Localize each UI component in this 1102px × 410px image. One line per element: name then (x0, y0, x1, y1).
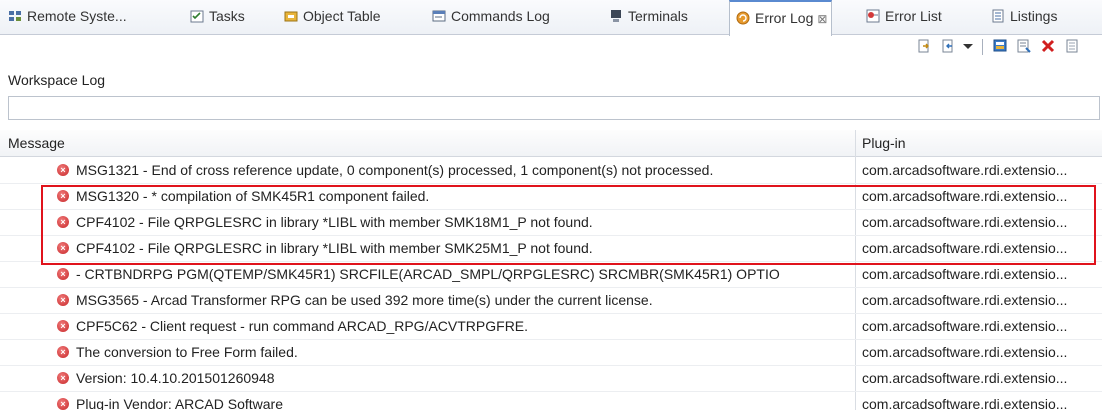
tab-tasks[interactable]: Tasks (190, 0, 245, 34)
open-log-icon[interactable] (992, 38, 1008, 54)
error-icon: × (57, 320, 69, 332)
view-menu-chevron-icon[interactable] (960, 38, 976, 54)
close-tab-icon[interactable]: ⊠ (817, 12, 827, 26)
table-row[interactable]: × - CRTBNDRPG PGM(QTEMP/SMK45R1) SRCFILE… (0, 261, 1102, 288)
terminals-icon (609, 2, 623, 22)
row-message: CPF4102 - File QRPGLESRC in library *LIB… (76, 240, 593, 256)
tab-label: Object Table (303, 8, 381, 24)
tab-listings[interactable]: Listings (991, 0, 1057, 34)
tab-label: Terminals (628, 8, 688, 24)
filter-input[interactable] (8, 96, 1100, 120)
row-plugin: com.arcadsoftware.rdi.extensio... (862, 266, 1068, 282)
tasks-icon (190, 2, 204, 23)
error-icon: × (57, 346, 69, 358)
table-row[interactable]: × The conversion to Free Form failed. com.… (0, 339, 1102, 366)
error-icon: × (57, 294, 69, 306)
tab-error-list[interactable]: Error List (866, 0, 942, 34)
table-row[interactable]: × MSG1320 - * compilation of SMK45R1 comp… (0, 183, 1102, 210)
tab-remote-systems[interactable]: Remote Syste... (8, 0, 127, 34)
table-header: Message Plug-in (0, 130, 1102, 157)
error-icon: × (57, 372, 69, 384)
row-plugin: com.arcadsoftware.rdi.extensio... (862, 162, 1068, 178)
tab-label: Error List (885, 8, 942, 24)
error-log-table: Message Plug-in × MSG1321 - End of cross … (0, 130, 1102, 410)
row-plugin: com.arcadsoftware.rdi.extensio... (862, 396, 1068, 410)
row-plugin: com.arcadsoftware.rdi.extensio... (862, 188, 1068, 204)
row-plugin: com.arcadsoftware.rdi.extensio... (862, 344, 1068, 360)
restore-log-icon[interactable] (1016, 38, 1032, 54)
export-log-icon[interactable] (916, 38, 932, 54)
tab-error-log[interactable]: Error Log ⊠ (729, 0, 833, 36)
row-plugin: com.arcadsoftware.rdi.extensio... (862, 292, 1068, 308)
row-message: MSG1321 - End of cross reference update,… (76, 162, 714, 178)
table-row[interactable]: × MSG3565 - Arcad Transformer RPG can be … (0, 287, 1102, 314)
delete-log-icon[interactable] (1040, 38, 1056, 54)
row-message: Plug-in Vendor: ARCAD Software (76, 396, 283, 410)
table-row[interactable]: × MSG1321 - End of cross reference update… (0, 157, 1102, 184)
row-plugin: com.arcadsoftware.rdi.extensio... (862, 370, 1068, 386)
tab-label: Listings (1010, 8, 1058, 24)
tab-label: Remote Syste... (27, 8, 127, 24)
error-icon: × (57, 190, 69, 202)
error-icon: × (57, 268, 69, 280)
error-log-icon (736, 4, 750, 25)
row-plugin: com.arcadsoftware.rdi.extensio... (862, 240, 1068, 256)
row-message: MSG3565 - Arcad Transformer RPG can be u… (76, 292, 653, 308)
row-plugin: com.arcadsoftware.rdi.extensio... (862, 318, 1068, 334)
view-toolbar (916, 38, 1098, 58)
tab-label: Error Log (755, 10, 814, 26)
table-row[interactable]: × CPF5C62 - Client request - run command … (0, 313, 1102, 340)
listings-icon (991, 2, 1005, 23)
object-table-icon (284, 2, 298, 22)
import-log-icon[interactable] (940, 38, 956, 54)
row-message: CPF5C62 - Client request - run command A… (76, 318, 529, 334)
toolbar-separator (982, 39, 983, 55)
workspace-log-label: Workspace Log (8, 72, 106, 88)
commands-log-icon (432, 2, 446, 22)
row-message: CPF4102 - File QRPGLESRC in library *LIB… (76, 214, 593, 230)
error-icon: × (57, 242, 69, 254)
row-plugin: com.arcadsoftware.rdi.extensio... (862, 214, 1068, 230)
table-row[interactable]: × Plug-in Vendor: ARCAD Software com.arcad… (0, 391, 1102, 410)
table-row[interactable]: × CPF4102 - File QRPGLESRC in library *LI… (0, 209, 1102, 236)
tab-label: Commands Log (451, 8, 550, 24)
error-icon: × (57, 398, 69, 410)
table-row[interactable]: × CPF4102 - File QRPGLESRC in library *LI… (0, 235, 1102, 262)
row-message: - CRTBNDRPG PGM(QTEMP/SMK45R1) SRCFILE(A… (76, 266, 780, 282)
clear-log-icon[interactable] (1064, 38, 1080, 54)
view-tab-bar: Remote Syste... Tasks Object Table Comma… (0, 0, 1102, 36)
tab-commands-log[interactable]: Commands Log (432, 0, 550, 34)
row-message: MSG1320 - * compilation of SMK45R1 compo… (76, 188, 430, 204)
error-icon: × (57, 164, 69, 176)
tab-terminals[interactable]: Terminals (609, 0, 688, 34)
table-row[interactable]: × Version: 10.4.10.201501260948 com.arcads… (0, 365, 1102, 392)
row-message: The conversion to Free Form failed. (76, 344, 298, 360)
tab-object-table[interactable]: Object Table (284, 0, 381, 34)
error-list-icon (866, 2, 880, 23)
column-header-plugin[interactable]: Plug-in (862, 130, 906, 156)
remote-systems-icon (8, 2, 22, 21)
column-header-message[interactable]: Message (8, 130, 65, 156)
row-message: Version: 10.4.10.201501260948 (76, 370, 275, 386)
error-icon: × (57, 216, 69, 228)
tab-label: Tasks (209, 8, 245, 24)
